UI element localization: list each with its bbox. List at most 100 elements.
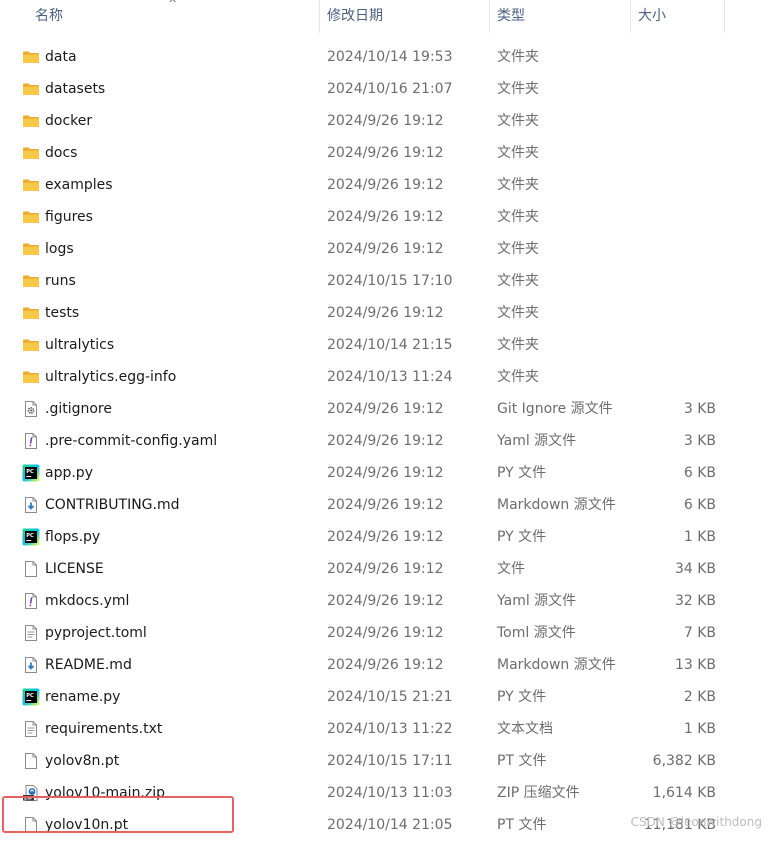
- modified-date: 2024/10/13 11:03: [327, 785, 453, 801]
- file-row[interactable]: .gitignore 2024/9/26 19:12 Git Ignore 源文件 3…: [0, 393, 784, 425]
- modified-date: 2024/9/26 19:12: [327, 241, 444, 257]
- folder-row[interactable]: docker 2024/9/26 19:12 文件夹: [0, 105, 784, 137]
- file-size: 1 KB: [683, 529, 716, 545]
- file-row[interactable]: LICENSE 2024/9/26 19:12 文件 34 KB: [0, 553, 784, 585]
- folder-row[interactable]: examples 2024/9/26 19:12 文件夹: [0, 169, 784, 201]
- file-type: PT 文件: [497, 817, 547, 833]
- text-file-icon: [22, 624, 40, 642]
- folder-row[interactable]: docs 2024/9/26 19:12 文件夹: [0, 137, 784, 169]
- file-size: 6,382 KB: [652, 753, 716, 769]
- folder-icon: [22, 80, 40, 98]
- modified-date: 2024/10/16 21:07: [327, 81, 453, 97]
- file-name: CONTRIBUTING.md: [45, 497, 180, 513]
- file-type: Yaml 源文件: [497, 433, 577, 449]
- file-name: datasets: [45, 81, 106, 97]
- file-row[interactable]: requirements.txt 2024/10/13 11:22 文本文档 1 KB: [0, 713, 784, 745]
- folder-icon: [22, 368, 40, 386]
- modified-date: 2024/9/26 19:12: [327, 177, 444, 193]
- highlight-box: [2, 796, 234, 833]
- file-row[interactable]: yolov8n.pt 2024/10/15 17:11 PT 文件 6,382 KB: [0, 745, 784, 777]
- modified-date: 2024/9/26 19:12: [327, 593, 444, 609]
- file-type: 文件夹: [497, 177, 539, 193]
- column-header-type[interactable]: 类型: [489, 0, 630, 33]
- file-size: 6 KB: [683, 465, 716, 481]
- file-type: 文件夹: [497, 369, 539, 385]
- modified-date: 2024/9/26 19:12: [327, 145, 444, 161]
- column-header-size[interactable]: 大小: [630, 0, 724, 33]
- folder-icon: [22, 48, 40, 66]
- file-name: .pre-commit-config.yaml: [45, 433, 218, 449]
- file-size: 34 KB: [674, 561, 716, 577]
- svg-text:PC: PC: [26, 469, 34, 475]
- folder-row[interactable]: ultralytics 2024/10/14 21:15 文件夹: [0, 329, 784, 361]
- file-row[interactable]: mkdocs.yml 2024/9/26 19:12 Yaml 源文件 32 KB: [0, 585, 784, 617]
- file-size: 2 KB: [683, 689, 716, 705]
- file-size: 7 KB: [683, 625, 716, 641]
- modified-date: 2024/10/14 21:05: [327, 817, 453, 833]
- file-type: Markdown 源文件: [497, 657, 616, 673]
- file-type: 文件夹: [497, 113, 539, 129]
- pycharm-icon: PC: [22, 464, 40, 482]
- folder-row[interactable]: runs 2024/10/15 17:10 文件夹: [0, 265, 784, 297]
- folder-row[interactable]: ultralytics.egg-info 2024/10/13 11:24 文件夹: [0, 361, 784, 393]
- column-header-bar: 名称 ^ 修改日期 类型 大小: [0, 0, 784, 33]
- file-type: PY 文件: [497, 689, 547, 705]
- file-type: PY 文件: [497, 529, 547, 545]
- modified-date: 2024/9/26 19:12: [327, 305, 444, 321]
- file-size: 3 KB: [683, 433, 716, 449]
- file-name: README.md: [45, 657, 132, 673]
- modified-date: 2024/10/13 11:22: [327, 721, 453, 737]
- file-name: docs: [45, 145, 78, 161]
- modified-date: 2024/9/26 19:12: [327, 657, 444, 673]
- file-type: Toml 源文件: [497, 625, 576, 641]
- folder-row[interactable]: tests 2024/9/26 19:12 文件夹: [0, 297, 784, 329]
- modified-date: 2024/9/26 19:12: [327, 465, 444, 481]
- column-header-date[interactable]: 修改日期: [319, 0, 489, 33]
- file-row[interactable]: PC rename.py 2024/10/15 21:21 PY 文件 2 KB: [0, 681, 784, 713]
- modified-date: 2024/10/14 21:15: [327, 337, 453, 353]
- folder-row[interactable]: figures 2024/9/26 19:12 文件夹: [0, 201, 784, 233]
- file-type: 文件夹: [497, 81, 539, 97]
- file-size: 6 KB: [683, 497, 716, 513]
- folder-icon: [22, 240, 40, 258]
- file-type: Markdown 源文件: [497, 497, 616, 513]
- modified-date: 2024/9/26 19:12: [327, 561, 444, 577]
- file-name: ultralytics.egg-info: [45, 369, 177, 385]
- file-name: LICENSE: [45, 561, 104, 577]
- file-name: .gitignore: [45, 401, 112, 417]
- file-size: 32 KB: [674, 593, 716, 609]
- folder-row[interactable]: logs 2024/9/26 19:12 文件夹: [0, 233, 784, 265]
- gear-file-icon: [22, 400, 40, 418]
- folder-row[interactable]: data 2024/10/14 19:53 文件夹: [0, 41, 784, 73]
- file-row[interactable]: .pre-commit-config.yaml 2024/9/26 19:12 Ya…: [0, 425, 784, 457]
- file-row[interactable]: README.md 2024/9/26 19:12 Markdown 源文件 13 K…: [0, 649, 784, 681]
- file-type: 文本文档: [497, 721, 553, 737]
- markdown-file-icon: [22, 496, 40, 514]
- file-row[interactable]: PC app.py 2024/9/26 19:12 PY 文件 6 KB: [0, 457, 784, 489]
- pycharm-icon: PC: [22, 528, 40, 546]
- file-type: Git Ignore 源文件: [497, 401, 613, 417]
- blank-file-icon: [22, 752, 40, 770]
- file-row[interactable]: CONTRIBUTING.md 2024/9/26 19:12 Markdown 源…: [0, 489, 784, 521]
- markdown-file-icon: [22, 656, 40, 674]
- folder-icon: [22, 144, 40, 162]
- blank-file-icon: [22, 560, 40, 578]
- modified-date: 2024/10/15 21:21: [327, 689, 453, 705]
- file-type: 文件: [497, 561, 525, 577]
- file-type: ZIP 压缩文件: [497, 785, 580, 801]
- folder-icon: [22, 176, 40, 194]
- file-row[interactable]: PC flops.py 2024/9/26 19:12 PY 文件 1 KB: [0, 521, 784, 553]
- modified-date: 2024/9/26 19:12: [327, 433, 444, 449]
- file-type: 文件夹: [497, 305, 539, 321]
- folder-row[interactable]: datasets 2024/10/16 21:07 文件夹: [0, 73, 784, 105]
- folder-icon: [22, 112, 40, 130]
- file-name: data: [45, 49, 77, 65]
- file-name: logs: [45, 241, 74, 257]
- modified-date: 2024/9/26 19:12: [327, 113, 444, 129]
- file-name: yolov8n.pt: [45, 753, 120, 769]
- file-name: tests: [45, 305, 80, 321]
- modified-date: 2024/10/15 17:10: [327, 273, 453, 289]
- file-row[interactable]: pyproject.toml 2024/9/26 19:12 Toml 源文件 7 K…: [0, 617, 784, 649]
- pycharm-icon: PC: [22, 688, 40, 706]
- column-divider[interactable]: [724, 0, 725, 33]
